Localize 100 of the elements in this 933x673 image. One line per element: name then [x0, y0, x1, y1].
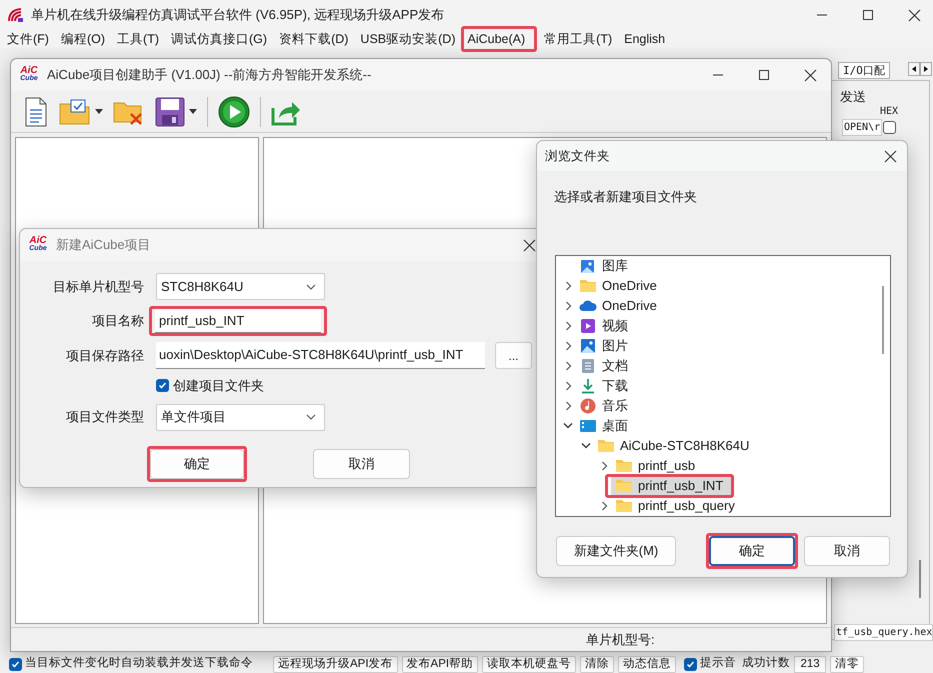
tree-item[interactable]: 图库	[575, 256, 636, 274]
tab[interactable]: I/O口配	[838, 62, 890, 79]
chevron-right-icon[interactable]	[564, 400, 572, 410]
window-title: AiCube项目创建助手 (V1.00J) --前海方舟智能开发系统--	[47, 66, 372, 84]
new-file-icon[interactable]	[23, 96, 49, 126]
toolbar-button[interactable]: 动态信息	[618, 656, 676, 672]
close-icon[interactable]	[523, 238, 536, 252]
caret-icon	[306, 284, 316, 290]
field-label: 项目文件类型	[65, 408, 144, 426]
field-label: 项目名称	[91, 312, 144, 330]
chevron-right-icon[interactable]	[600, 500, 608, 510]
monitor-icon	[579, 418, 597, 432]
scrollbar-thumb[interactable]	[882, 286, 884, 354]
tree-item[interactable]: OneDrive	[575, 296, 665, 314]
chevron-right-icon[interactable]	[564, 380, 572, 390]
toolbar-button[interactable]: 远程现场升级API发布	[273, 656, 398, 672]
window-title: 单片机在线升级编程仿真调试平台软件 (V6.95P), 远程现场升级APP发布	[31, 6, 444, 24]
close-icon[interactable]	[804, 68, 817, 82]
chevron-right-icon[interactable]	[564, 320, 572, 330]
logo-text: AiC	[29, 237, 47, 245]
tree-item[interactable]: 桌面	[575, 416, 636, 434]
maximize-icon[interactable]	[758, 69, 770, 81]
checkbox[interactable]	[883, 121, 896, 134]
dialog-title: 浏览文件夹	[545, 148, 610, 165]
send-button[interactable]: OPEN\r	[842, 119, 882, 136]
chevron-right-icon[interactable]	[564, 300, 572, 310]
save-icon[interactable]	[155, 96, 185, 126]
picture-icon	[580, 258, 596, 274]
toolbar-button[interactable]: 发布API帮助	[402, 656, 478, 672]
chevron-right-icon[interactable]	[564, 340, 572, 350]
menu-item[interactable]: 文件(F)	[4, 31, 52, 47]
tree-item[interactable]: printf_usb_query	[611, 496, 743, 514]
tree-item[interactable]: printf_usb_INT	[611, 476, 732, 494]
dropdown[interactable]: 单文件项目	[156, 404, 325, 430]
dialog-button[interactable]: 取消	[804, 536, 890, 566]
dialog-button[interactable]: 确定	[709, 536, 795, 566]
count-field: 213	[794, 656, 826, 672]
checkbox-label: 提示音	[700, 655, 736, 672]
checkbox[interactable]	[684, 658, 698, 670]
menu-item[interactable]: 编程(O)	[58, 31, 108, 47]
tree-item[interactable]: 音乐	[575, 396, 636, 414]
tree-item[interactable]: 下载	[575, 376, 636, 394]
chevron-down-icon[interactable]	[563, 422, 573, 429]
picture-icon	[580, 338, 596, 354]
folder-check-icon[interactable]	[59, 98, 91, 124]
tree-item[interactable]: AiCube-STC8H8K64U	[593, 436, 758, 454]
cloud-icon	[579, 300, 597, 312]
input-field[interactable]: uoxin\Desktop\AiCube-STC8H8K64U\printf_usb_INT	[156, 342, 485, 369]
menu-item[interactable]: 调试仿真接口(G)	[168, 31, 270, 47]
close-icon[interactable]	[884, 150, 897, 162]
reset-button[interactable]: 清零	[830, 656, 864, 672]
folder-icon	[579, 278, 597, 293]
checkbox-label: 当目标文件变化时自动装载并发送下载命令	[25, 655, 253, 672]
file-name-field: tf_usb_query.hex	[834, 624, 933, 641]
chevron-right-icon[interactable]	[564, 280, 572, 290]
dialog-button[interactable]: 新建文件夹(M)	[556, 536, 676, 566]
scroll-right-icon[interactable]	[920, 62, 932, 76]
folder-icon	[615, 458, 633, 473]
prompt-text: 选择或者新建项目文件夹	[554, 188, 697, 206]
tree-item[interactable]: OneDrive	[575, 276, 665, 294]
menu-item[interactable]: 常用工具(T)	[541, 31, 616, 47]
menu-item[interactable]: USB驱动安装(D)	[357, 31, 458, 47]
scroll-left-icon[interactable]	[908, 62, 920, 76]
music-icon	[580, 398, 596, 414]
scrollbar-thumb[interactable]	[919, 560, 921, 598]
checkbox[interactable]	[156, 379, 169, 392]
chevron-down-icon[interactable]	[581, 442, 591, 449]
checkmark-icon	[158, 381, 167, 390]
checkbox-label: 创建项目文件夹	[173, 377, 264, 395]
toolbar-button[interactable]: 读取本机硬盘号	[482, 656, 576, 672]
maximize-icon[interactable]	[862, 9, 874, 21]
chevron-right-icon[interactable]	[564, 360, 572, 370]
menu-item[interactable]: 资料下载(D)	[276, 31, 352, 47]
video-icon	[580, 318, 596, 334]
dropdown-icon[interactable]	[95, 109, 103, 114]
dropdown[interactable]: STC8H8K64U	[156, 273, 325, 300]
tree-item[interactable]: 文档	[575, 356, 636, 374]
field-label: 目标单片机型号	[52, 278, 144, 296]
download-icon	[581, 378, 595, 394]
status-text: 单片机型号:	[586, 630, 655, 649]
checkbox[interactable]	[9, 658, 22, 670]
tree-item[interactable]: 图片	[575, 336, 636, 354]
run-icon[interactable]	[218, 96, 250, 128]
menu-item[interactable]: 工具(T)	[114, 31, 162, 47]
folder-icon	[615, 478, 633, 493]
dialog-button[interactable]: 确定	[150, 448, 244, 478]
dropdown-icon[interactable]	[189, 109, 197, 114]
menu-item[interactable]: AiCube(A)	[464, 32, 528, 46]
tree-item[interactable]: printf_usb	[611, 456, 704, 474]
browse-button[interactable]: ...	[495, 342, 532, 369]
tree-item[interactable]: 视频	[575, 316, 636, 334]
app-icon	[7, 7, 25, 23]
folder-icon	[597, 438, 615, 453]
toolbar-button[interactable]: 清除	[580, 656, 614, 672]
menu-item[interactable]: English	[621, 31, 668, 47]
close-icon[interactable]	[908, 8, 921, 22]
input-field[interactable]: printf_usb_INT	[155, 309, 321, 333]
dialog-button[interactable]: 取消	[313, 448, 410, 478]
chevron-right-icon[interactable]	[600, 460, 608, 470]
group-title: 发送	[840, 88, 866, 106]
